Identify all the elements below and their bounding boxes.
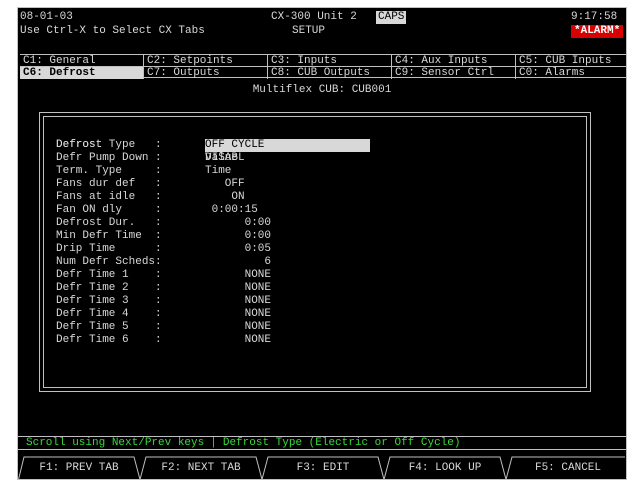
tab-sensor-ctrl[interactable]: C9: Sensor Ctrl [392, 67, 516, 79]
table-header: Defrost Value [56, 126, 238, 164]
setting-label: Defrost Dur. : [56, 217, 162, 229]
setting-label: Drip Time : [56, 243, 162, 255]
f4-look-up-button[interactable]: F4: LOOK UP [390, 456, 500, 480]
setting-label: Defr Time 1 : [56, 269, 162, 281]
status-hint: Scroll using Next/Prev keys [26, 437, 205, 449]
setting-label: Min Defr Time : [56, 230, 162, 242]
setting-label: Fans dur def : [56, 178, 162, 190]
setting-label: Defr Time 3 : [56, 295, 162, 307]
setting-value[interactable]: 6 [205, 256, 370, 269]
status-line: Scroll using Next/Prev keys | Defrost Type… [18, 436, 626, 450]
tab-bar: C1: General C2: Setpoints C3: Inputs C4:… [20, 54, 626, 79]
function-key-bar: F1: PREV TAB F2: NEXT TAB F3: EDIT F4: L… [18, 456, 626, 480]
status-separator: | [210, 437, 217, 449]
setting-value[interactable]: OFF [205, 178, 370, 191]
caps-indicator: CAPS [376, 11, 407, 24]
f5-cancel-button[interactable]: F5: CANCEL [512, 456, 624, 480]
clock-display: 9:17:58 [571, 11, 618, 23]
tab-select-hint: Use Ctrl-X to Select CX Tabs [20, 25, 205, 37]
screen-title: SETUP [292, 25, 326, 37]
setting-label: Defr Pump Down : [56, 152, 162, 164]
setting-value[interactable]: NONE [205, 269, 370, 282]
panel-inner-border: Defrost Value Defrost Type : OFF CYCLE Def… [43, 116, 587, 388]
alarm-indicator[interactable]: *ALARM* [571, 25, 624, 38]
setting-value[interactable]: ON [205, 191, 370, 204]
setting-value[interactable]: NONE [205, 308, 370, 321]
setting-label: Defr Time 5 : [56, 321, 162, 333]
defrost-panel: Defrost Value Defrost Type : OFF CYCLE Def… [39, 112, 591, 392]
field-help: Defrost Type (Electric or Off Cycle) [222, 437, 461, 449]
terminal-window: 08-01-03 CX-300 Unit 2 CAPS 9:17:58 Use … [17, 7, 627, 480]
setting-label: Defr Time 6 : [56, 334, 162, 346]
setting-value[interactable]: NONE [205, 321, 370, 334]
tab-cub-outputs[interactable]: C8: CUB Outputs [268, 67, 392, 79]
setting-value[interactable]: DISABL [205, 152, 370, 165]
tab-row: C6: Defrost C7: Outputs C8: CUB Outputs … [20, 66, 626, 79]
tab-row: C1: General C2: Setpoints C3: Inputs C4:… [20, 54, 626, 67]
setting-value[interactable]: 0:00:15 [205, 204, 370, 217]
f2-next-tab-button[interactable]: F2: NEXT TAB [146, 456, 256, 480]
setting-label: Defrost Type : [56, 139, 162, 151]
setting-value[interactable]: 0:00 [205, 217, 370, 230]
tab-defrost[interactable]: C6: Defrost [20, 67, 144, 79]
tab-outputs[interactable]: C7: Outputs [144, 67, 268, 79]
setting-label: Fans at idle : [56, 191, 162, 203]
setting-label: Defr Time 4 : [56, 308, 162, 320]
setting-label: Defr Time 2 : [56, 282, 162, 294]
setting-label: Term. Type : [56, 165, 162, 177]
f1-prev-tab-button[interactable]: F1: PREV TAB [24, 456, 134, 480]
setting-value[interactable]: OFF CYCLE [205, 139, 370, 152]
setting-value[interactable]: NONE [205, 295, 370, 308]
setting-label: Num Defr Scheds: [56, 256, 162, 268]
setting-value[interactable]: Time [205, 165, 370, 178]
tab-alarms[interactable]: C0: Alarms [516, 67, 626, 79]
device-subtitle: Multiflex CUB: CUB001 [252, 84, 392, 96]
setting-label: Fan ON dly : [56, 204, 162, 216]
setting-value[interactable]: 0:00 [205, 230, 370, 243]
setting-value[interactable]: NONE [205, 334, 370, 347]
setting-value[interactable]: 0:05 [205, 243, 370, 256]
unit-name: CX-300 Unit 2 [271, 11, 357, 23]
date-display: 08-01-03 [20, 11, 73, 23]
setting-value[interactable]: NONE [205, 282, 370, 295]
f3-edit-button[interactable]: F3: EDIT [268, 456, 378, 480]
